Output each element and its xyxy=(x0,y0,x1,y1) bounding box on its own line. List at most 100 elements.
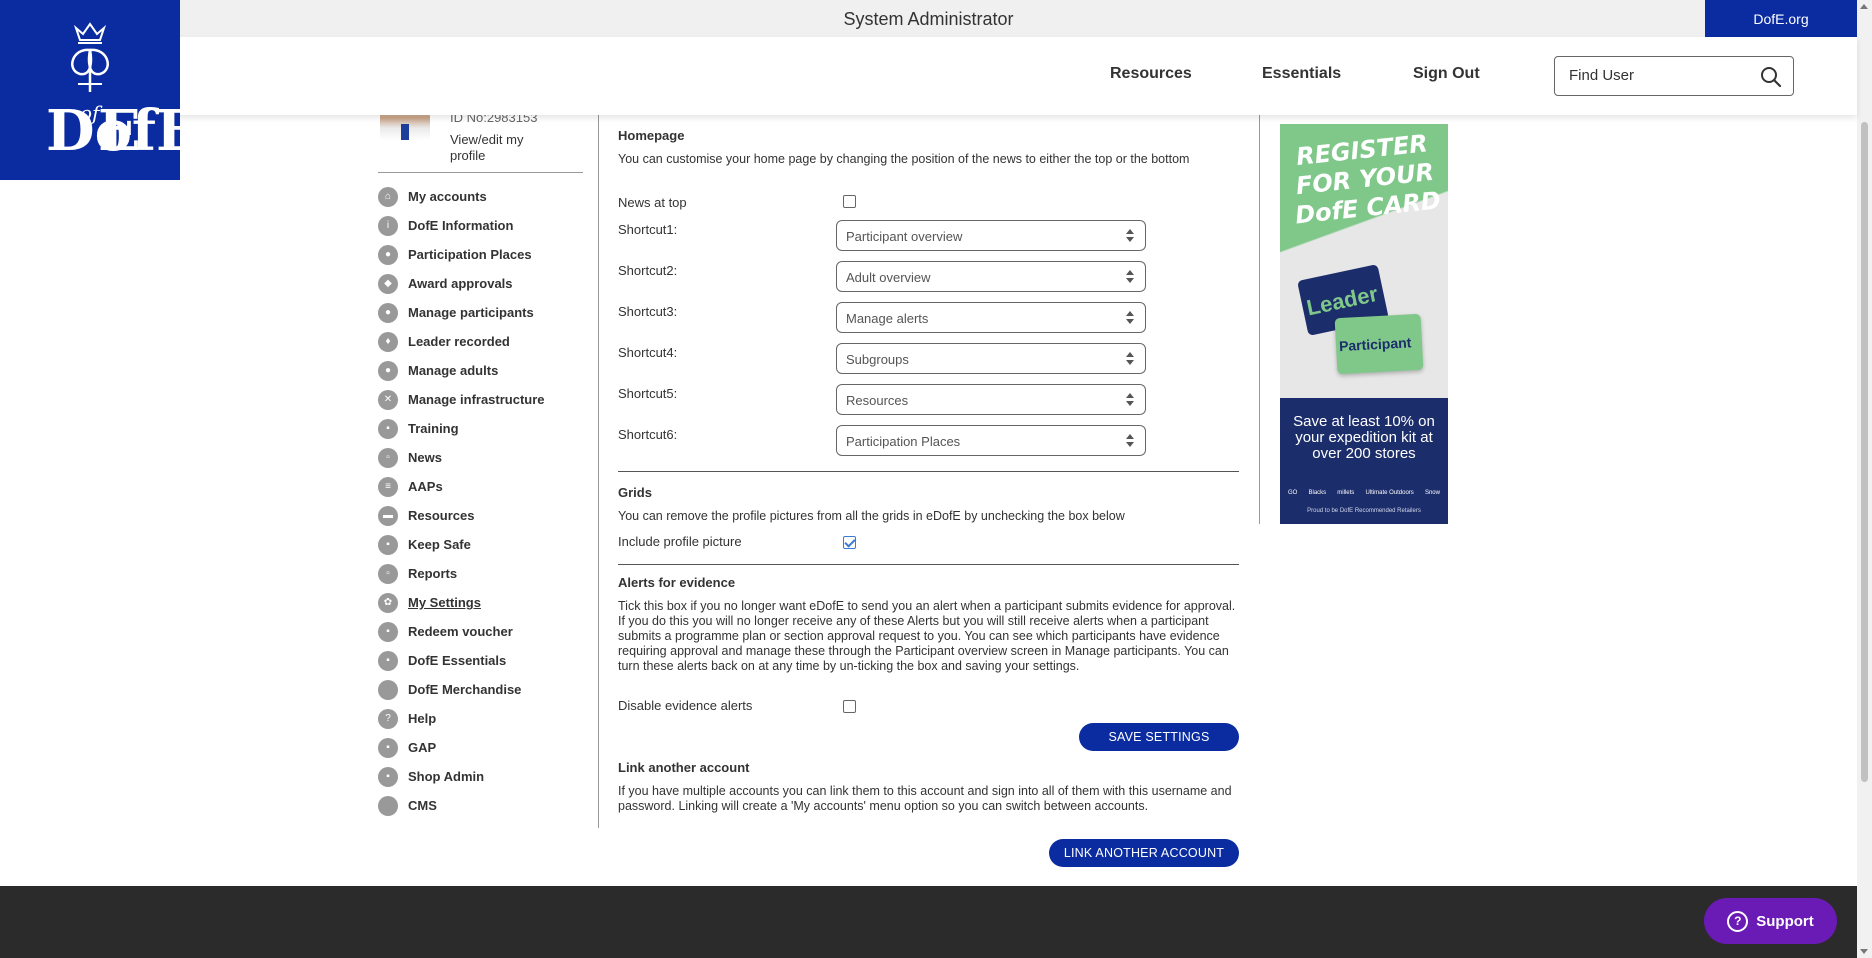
sidebar-item-news[interactable]: ▫ News xyxy=(378,443,588,472)
sidebar-item-participation-places[interactable]: ● Participation Places xyxy=(378,240,588,269)
main-navbar: Resources Essentials Sign Out xyxy=(0,37,1857,115)
news-at-top-label: News at top xyxy=(618,195,687,210)
sidebar-item-keep-safe[interactable]: ▪ Keep Safe xyxy=(378,530,588,559)
sidebar-item-redeem-voucher[interactable]: ▪ Redeem voucher xyxy=(378,617,588,646)
shortcut-label: Shortcut1: xyxy=(618,222,678,237)
shortcut-value: Subgroups xyxy=(846,352,909,367)
shortcut-value: Participant overview xyxy=(846,229,963,244)
shortcut-value: Manage alerts xyxy=(846,311,929,326)
cart-icon: ▪ xyxy=(378,650,398,671)
shop-icon: ▪ xyxy=(378,766,398,787)
sidebar-item-resources[interactable]: ▬ Resources xyxy=(378,501,588,530)
sidebar-item-help[interactable]: ? Help xyxy=(378,704,588,733)
voucher-icon: ▪ xyxy=(378,621,398,642)
sidebar-item-label: Redeem voucher xyxy=(408,624,513,639)
retailer-logos: GO Blacks millets Ultimate Outdoors Snow xyxy=(1288,490,1440,496)
sidebar-item-cms[interactable]: CMS xyxy=(378,791,588,820)
gear-icon: ✿ xyxy=(378,592,398,613)
select-arrows-icon xyxy=(1125,270,1135,284)
folder-icon: ▬ xyxy=(378,505,398,526)
select-arrows-icon xyxy=(1125,229,1135,243)
sidebar-item-dofe-essentials[interactable]: ▪ DofE Essentials xyxy=(378,646,588,675)
sidebar-item-manage-participants[interactable]: ● Manage participants xyxy=(378,298,588,327)
sidebar-item-manage-adults[interactable]: ● Manage adults xyxy=(378,356,588,385)
sidebar-item-label: DofE Essentials xyxy=(408,653,507,668)
view-edit-profile-link[interactable]: View/edit my profile xyxy=(450,132,560,164)
sidebar-item-training[interactable]: ▪ Training xyxy=(378,414,588,443)
sidebar-item-label: AAPs xyxy=(408,479,443,494)
shortcut-2-select[interactable]: Adult overview xyxy=(836,261,1146,292)
homepage-description: You can customise your home page by chan… xyxy=(618,152,1190,166)
grids-description: You can remove the profile pictures from… xyxy=(618,509,1125,523)
sidebar-item-manage-infrastructure[interactable]: ✕ Manage infrastructure xyxy=(378,385,588,414)
shortcut-label: Shortcut3: xyxy=(618,304,678,319)
scroll-up-icon[interactable] xyxy=(1860,4,1868,9)
ad-offer: Save at least 10% on your expedition kit… xyxy=(1293,413,1435,462)
sidebar-item-label: Manage adults xyxy=(408,363,499,378)
link-another-account-button[interactable]: LINK ANOTHER ACCOUNT xyxy=(1049,839,1239,867)
sidebar-item-my-accounts[interactable]: ⌂ My accounts xyxy=(378,182,588,211)
shortcut-3-select[interactable]: Manage alerts xyxy=(836,302,1146,333)
sidebar-item-label: News xyxy=(408,450,442,465)
homepage-heading: Homepage xyxy=(618,128,685,143)
link-account-description: If you have multiple accounts you can li… xyxy=(618,784,1232,813)
adults-icon: ● xyxy=(378,360,398,381)
news-at-top-checkbox[interactable] xyxy=(843,195,856,208)
sidebar-item-shop-admin[interactable]: ▪ Shop Admin xyxy=(378,762,588,791)
nav-resources[interactable]: Resources xyxy=(1110,65,1192,83)
link-account-heading: Link another account xyxy=(618,760,750,775)
ad-headline: REGISTER FOR YOUR DofE CARD xyxy=(1293,129,1443,230)
save-settings-button[interactable]: SAVE SETTINGS xyxy=(1079,723,1239,751)
sidebar-item-label: GAP xyxy=(408,740,437,755)
shortcut-5-select[interactable]: Resources xyxy=(836,384,1146,415)
shortcut-1-select[interactable]: Participant overview xyxy=(836,220,1146,251)
shortcut-6-select[interactable]: Participation Places xyxy=(836,425,1146,456)
nav-sign-out[interactable]: Sign Out xyxy=(1413,65,1480,83)
report-icon: ▫ xyxy=(378,563,398,584)
search-input[interactable] xyxy=(1569,67,1749,84)
register-card-ad[interactable]: REGISTER FOR YOUR DofE CARD Leader Parti… xyxy=(1280,124,1448,524)
person-icon: ● xyxy=(378,244,398,265)
dofe-logo[interactable]: DofE of E xyxy=(0,0,199,180)
shortcut-value: Participation Places xyxy=(846,434,961,449)
section-divider xyxy=(618,564,1239,565)
sidebar-item-label: DofE Information xyxy=(408,218,514,233)
dofe-org-link[interactable]: DofE.org xyxy=(1705,0,1857,37)
list-icon: ≡ xyxy=(378,476,398,497)
scrollbar-thumb[interactable] xyxy=(1861,122,1868,782)
sidebar-item-label: Shop Admin xyxy=(408,769,485,784)
shield-icon: ◆ xyxy=(378,273,398,294)
leader-icon: ♦ xyxy=(378,331,398,352)
search-icon[interactable] xyxy=(1759,65,1783,89)
lock-icon: ▪ xyxy=(378,534,398,555)
alerts-heading: Alerts for evidence xyxy=(618,575,736,590)
sidebar-item-label: Reports xyxy=(408,566,458,581)
select-arrows-icon xyxy=(1125,352,1135,366)
support-button[interactable]: ? Support xyxy=(1704,898,1837,944)
sidebar-item-my-settings[interactable]: ✿ My Settings xyxy=(378,588,588,617)
help-circle-icon: ? xyxy=(1727,910,1749,932)
sidebar-item-award-approvals[interactable]: ◆ Award approvals xyxy=(378,269,588,298)
retailer-logo: millets xyxy=(1337,490,1355,496)
sidebar-item-gap[interactable]: ▪ GAP xyxy=(378,733,588,762)
infrastructure-icon: ✕ xyxy=(378,389,398,410)
sidebar-item-reports[interactable]: ▫ Reports xyxy=(378,559,588,588)
leader-card-label: Leader xyxy=(1304,280,1381,321)
sidebar-item-dofe-information[interactable]: i DofE Information xyxy=(378,211,588,240)
sidebar-item-dofe-merchandise[interactable]: DofE Merchandise xyxy=(378,675,588,704)
scroll-down-icon[interactable] xyxy=(1860,949,1868,954)
menu-divider xyxy=(378,172,583,173)
disable-evidence-alerts-label: Disable evidence alerts xyxy=(618,698,753,713)
disable-evidence-alerts-checkbox[interactable] xyxy=(843,700,856,713)
help-icon: ? xyxy=(378,708,398,729)
sidebar-item-aaps[interactable]: ≡ AAPs xyxy=(378,472,588,501)
page-scrollbar[interactable] xyxy=(1857,0,1872,958)
shortcut-4-select[interactable]: Subgroups xyxy=(836,343,1146,374)
shortcut-label: Shortcut5: xyxy=(618,386,678,401)
shortcut-value: Adult overview xyxy=(846,270,931,285)
page-title: System Administrator xyxy=(843,9,1014,29)
training-icon: ▪ xyxy=(378,418,398,439)
include-profile-picture-checkbox[interactable] xyxy=(843,536,856,549)
nav-essentials[interactable]: Essentials xyxy=(1262,65,1341,83)
sidebar-item-leader-recorded[interactable]: ♦ Leader recorded xyxy=(378,327,588,356)
